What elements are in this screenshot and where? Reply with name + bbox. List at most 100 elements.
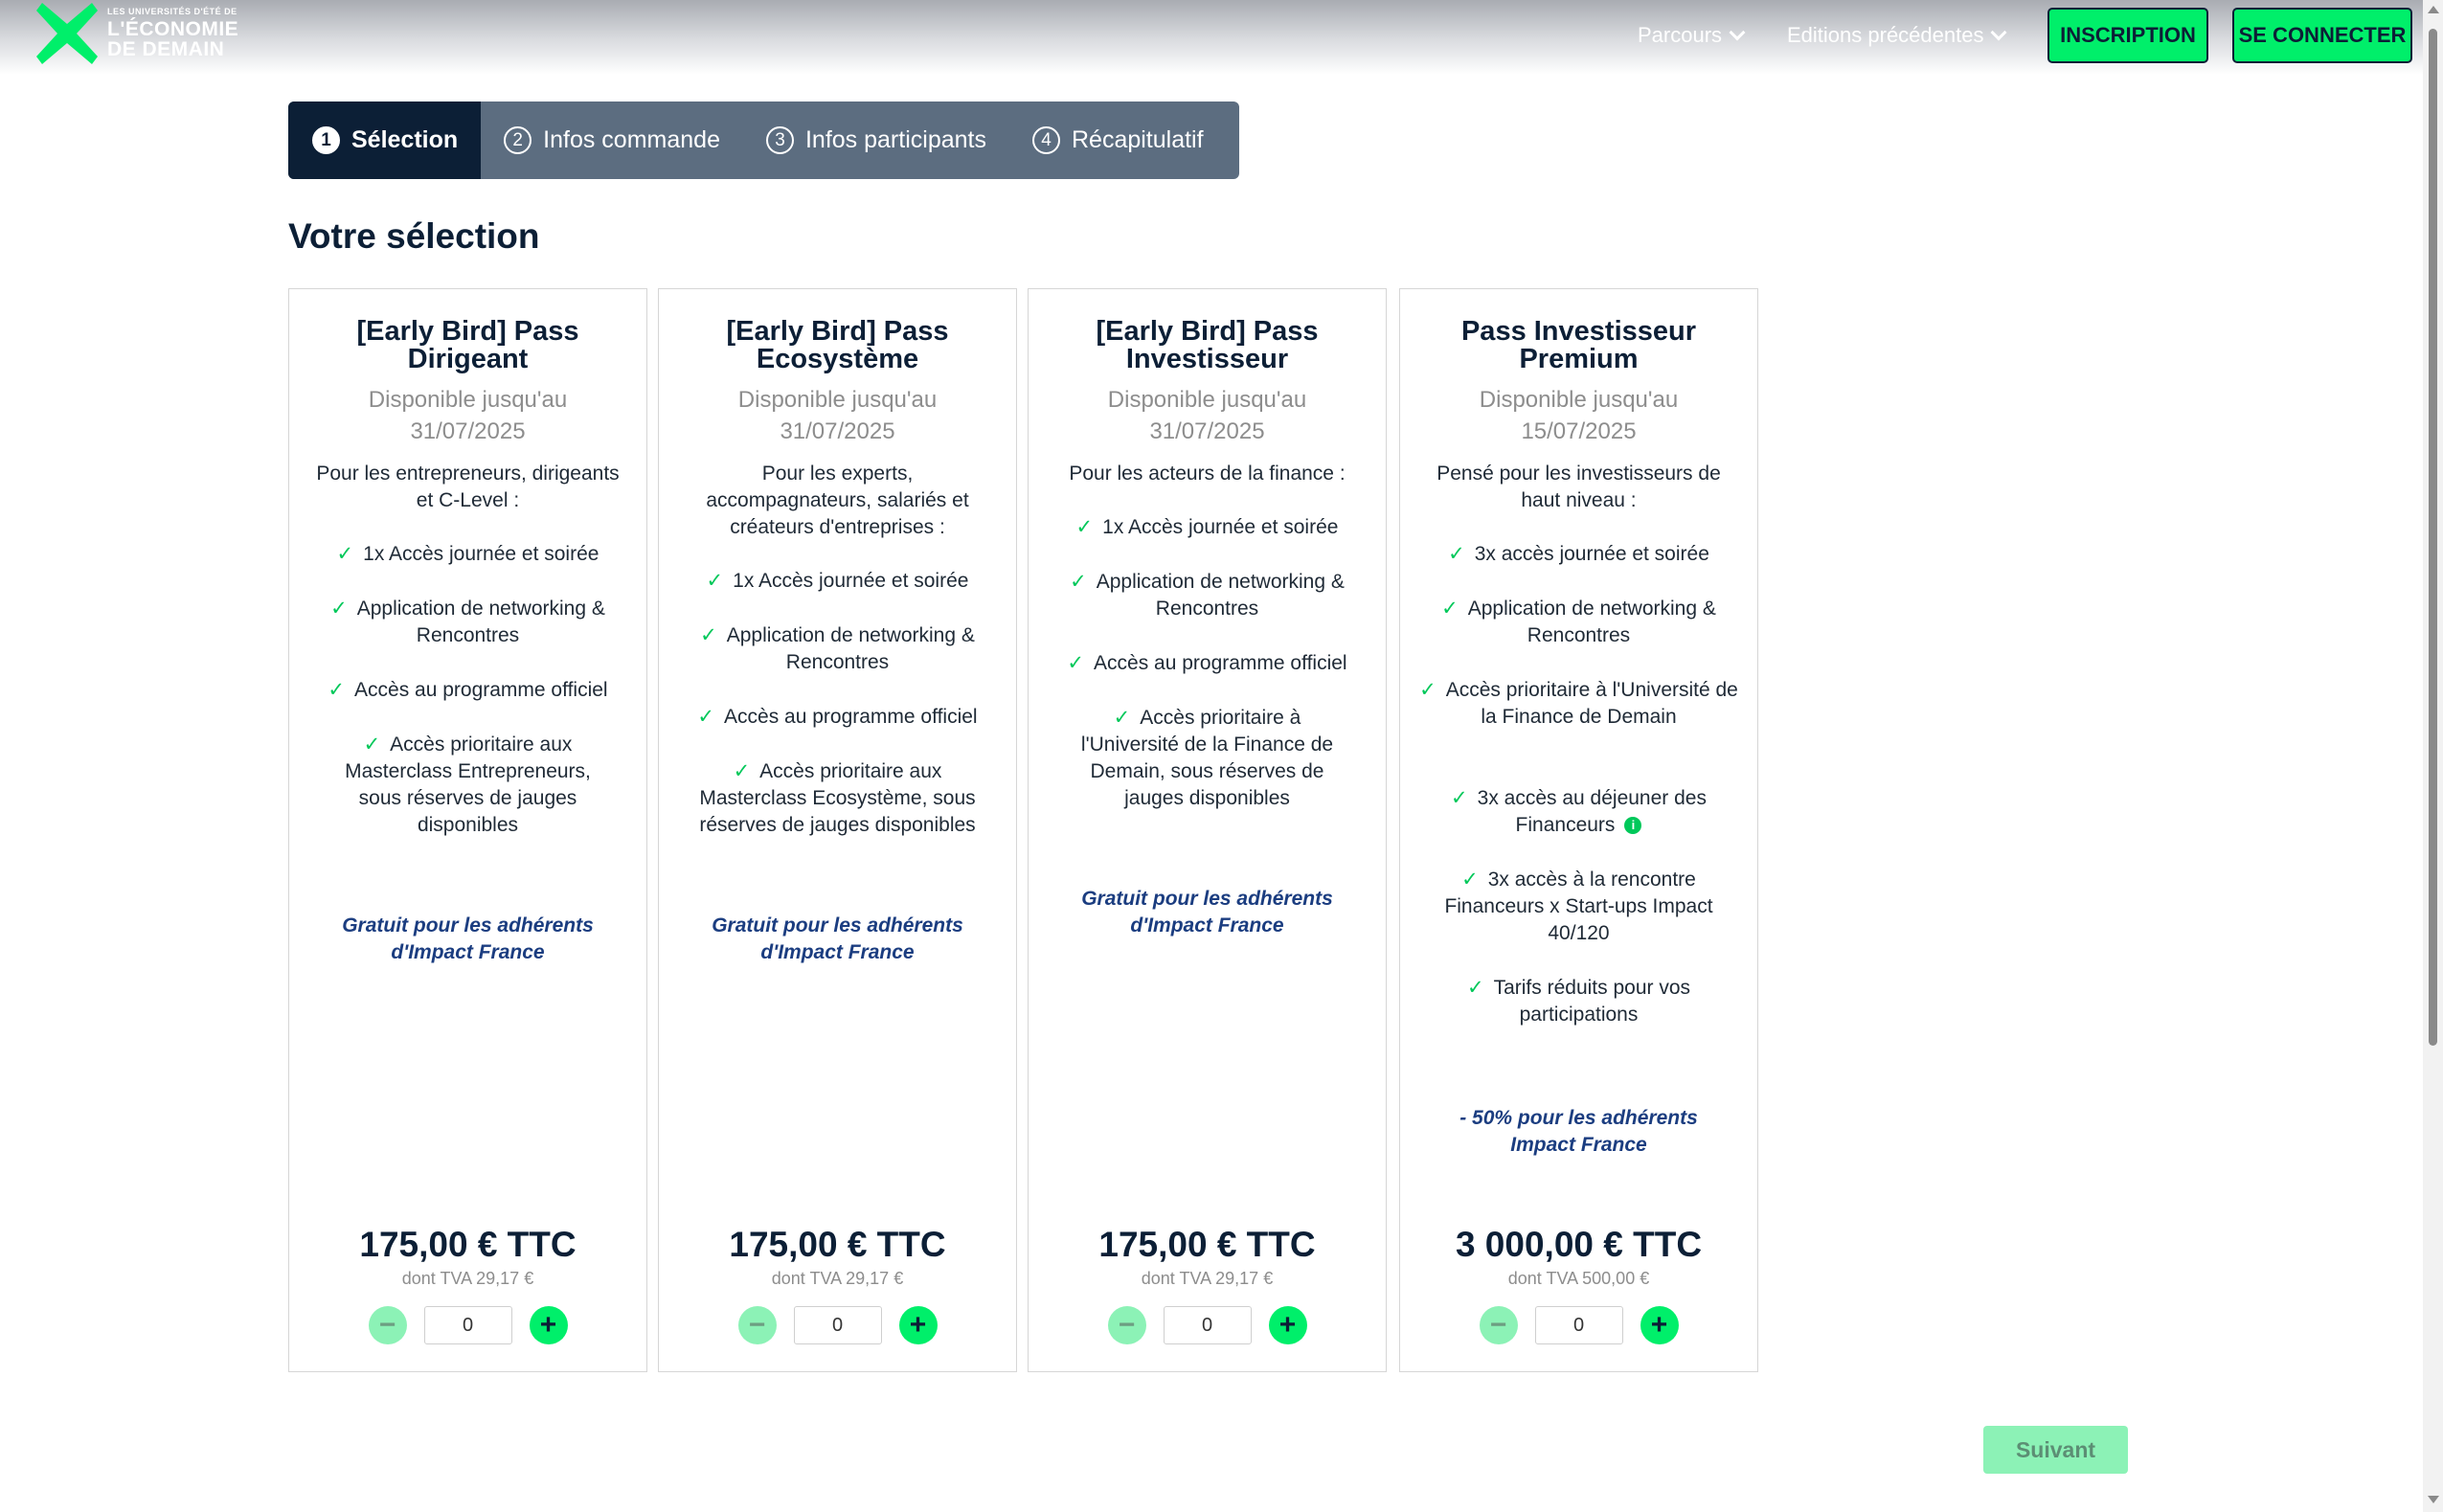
increase-quantity-button[interactable]: + bbox=[1640, 1306, 1679, 1344]
step-recapitulatif[interactable]: 4 Récapitulatif bbox=[1009, 102, 1227, 179]
quantity-input[interactable] bbox=[1163, 1306, 1252, 1344]
decrease-quantity-button[interactable]: − bbox=[1479, 1306, 1518, 1344]
feature-item: ✓ Application de networking & Rencontres bbox=[308, 596, 627, 649]
quantity-stepper: − + bbox=[1029, 1306, 1386, 1344]
card-title: [Early Bird] Pass Dirigeant bbox=[356, 316, 579, 374]
check-icon: ✓ bbox=[330, 598, 348, 620]
availability-label: Disponible jusqu'au bbox=[368, 387, 568, 413]
feature-text: Accès au programme officiel bbox=[1094, 652, 1347, 674]
step-infos-participants[interactable]: 3 Infos participants bbox=[743, 102, 1009, 179]
login-button[interactable]: SE CONNECTER bbox=[2232, 8, 2412, 63]
logo-line-2: DE DEMAIN bbox=[107, 38, 225, 60]
nav-editions[interactable]: Editions précédentes bbox=[1787, 0, 2007, 71]
member-promo: Gratuit pour les adhérents d'Impact Fran… bbox=[342, 914, 594, 963]
card-tva: dont TVA 29,17 € bbox=[401, 1269, 534, 1288]
info-icon[interactable]: i bbox=[1624, 817, 1642, 835]
page-scrollbar[interactable] bbox=[2423, 0, 2443, 1512]
feature-item: ✓ 1x Accès journée et soirée bbox=[1048, 514, 1367, 541]
check-icon: ✓ bbox=[1448, 543, 1465, 565]
quantity-input[interactable] bbox=[793, 1306, 882, 1344]
check-icon: ✓ bbox=[697, 706, 715, 728]
feature-item: ✓ Accès prioritaire à l'Université de la … bbox=[1419, 677, 1738, 731]
nav-parcours-label: Parcours bbox=[1638, 23, 1723, 47]
next-button[interactable]: Suivant bbox=[1983, 1426, 2128, 1474]
step-label: Infos commande bbox=[543, 126, 720, 153]
feature-text: Accès au programme officiel bbox=[724, 706, 978, 728]
availability-label: Disponible jusqu'au bbox=[1479, 387, 1679, 413]
feature-item: ✓ 1x Accès journée et soirée bbox=[308, 541, 627, 568]
nav-editions-label: Editions précédentes bbox=[1787, 23, 1984, 47]
check-icon: ✓ bbox=[706, 570, 724, 592]
card-price: 175,00 € TTC bbox=[1098, 1225, 1316, 1264]
card-title: [Early Bird] Pass Ecosystème bbox=[726, 316, 949, 374]
increase-quantity-button[interactable]: + bbox=[1268, 1306, 1307, 1344]
feature-text: 1x Accès journée et soirée bbox=[1102, 516, 1339, 538]
card-tva: dont TVA 29,17 € bbox=[771, 1269, 904, 1288]
decrease-quantity-button[interactable]: − bbox=[1107, 1306, 1146, 1344]
decrease-quantity-button[interactable]: − bbox=[737, 1306, 777, 1344]
quantity-stepper: − + bbox=[1400, 1306, 1757, 1344]
page-title: Votre sélection bbox=[288, 216, 540, 256]
card-price: 175,00 € TTC bbox=[729, 1225, 946, 1264]
step-label: Sélection bbox=[351, 126, 459, 153]
card-availability: Disponible jusqu'au 15/07/2025 bbox=[1419, 384, 1738, 447]
feature-text: Application de networking & Rencontres bbox=[356, 598, 605, 646]
feature-text: Accès prioritaire à l'Université de la F… bbox=[1445, 679, 1738, 728]
site-logo[interactable]: LES UNIVERSITÉS D'ÉTÉ DE L'ÉCONOMIE DE D… bbox=[36, 2, 247, 65]
check-icon: ✓ bbox=[1075, 516, 1094, 538]
feature-text: Application de networking & Rencontres bbox=[726, 624, 975, 673]
site-header: LES UNIVERSITÉS D'ÉTÉ DE L'ÉCONOMIE DE D… bbox=[0, 0, 2423, 75]
chevron-down-icon bbox=[1990, 24, 2007, 41]
inscription-button[interactable]: INSCRIPTION bbox=[2047, 8, 2208, 63]
step-selection[interactable]: 1 Sélection bbox=[288, 102, 482, 179]
feature-item: ✓ 3x accès au déjeuner des Financeurs i bbox=[1442, 785, 1715, 839]
feature-text: Application de networking & Rencontres bbox=[1467, 598, 1716, 646]
feature-text: 3x accès journée et soirée bbox=[1474, 543, 1709, 565]
card-title: Pass Investisseur Premium bbox=[1460, 316, 1697, 374]
feature-item: ✓ Application de networking & Rencontres bbox=[1419, 596, 1738, 649]
quantity-stepper: − + bbox=[659, 1306, 1016, 1344]
member-promo: - 50% pour les adhérents Impact France bbox=[1459, 1107, 1698, 1156]
pass-card-dirigeant: [Early Bird] Pass Dirigeant Disponible j… bbox=[288, 288, 647, 1372]
card-intro: Pour les experts, accompagnateurs, salar… bbox=[706, 463, 969, 538]
check-icon: ✓ bbox=[733, 760, 751, 782]
feature-text: 1x Accès journée et soirée bbox=[733, 570, 969, 592]
increase-quantity-button[interactable]: + bbox=[529, 1306, 568, 1344]
feature-text: Accès au programme officiel bbox=[354, 679, 608, 701]
feature-text: 3x accès au déjeuner des Financeurs bbox=[1477, 787, 1707, 836]
feature-item: ✓ Application de networking & Rencontres bbox=[678, 622, 997, 676]
scroll-down-icon[interactable] bbox=[2428, 1496, 2439, 1503]
check-icon: ✓ bbox=[1113, 707, 1131, 729]
quantity-input[interactable] bbox=[423, 1306, 512, 1344]
card-availability: Disponible jusqu'au 31/07/2025 bbox=[678, 384, 997, 447]
scroll-up-icon[interactable] bbox=[2428, 6, 2439, 13]
feature-item: ✓ 1x Accès journée et soirée bbox=[678, 568, 997, 595]
card-availability: Disponible jusqu'au 31/07/2025 bbox=[308, 384, 627, 447]
check-icon: ✓ bbox=[1441, 598, 1459, 620]
quantity-input[interactable] bbox=[1534, 1306, 1623, 1344]
pass-card-ecosysteme: [Early Bird] Pass Ecosystème Disponible … bbox=[658, 288, 1017, 1372]
checkout-stepper: 1 Sélection 2 Infos commande 3 Infos par… bbox=[288, 102, 1239, 179]
check-icon: ✓ bbox=[363, 733, 381, 756]
scroll-thumb[interactable] bbox=[2429, 29, 2437, 1046]
step-label: Infos participants bbox=[804, 126, 986, 153]
check-icon: ✓ bbox=[1067, 652, 1085, 674]
step-infos-commande[interactable]: 2 Infos commande bbox=[481, 102, 743, 179]
check-icon: ✓ bbox=[328, 679, 346, 701]
feature-text: Tarifs réduits pour vos participations bbox=[1493, 977, 1691, 1026]
step-number: 3 bbox=[765, 126, 794, 154]
check-icon: ✓ bbox=[1451, 787, 1468, 809]
availability-date: 31/07/2025 bbox=[1149, 418, 1265, 444]
card-title: [Early Bird] Pass Investisseur bbox=[1096, 316, 1319, 374]
increase-quantity-button[interactable]: + bbox=[898, 1306, 938, 1344]
availability-label: Disponible jusqu'au bbox=[737, 387, 938, 413]
feature-text: Accès prioritaire aux Masterclass Entrep… bbox=[345, 733, 591, 836]
availability-label: Disponible jusqu'au bbox=[1107, 387, 1307, 413]
step-number: 2 bbox=[504, 126, 532, 154]
nav-parcours[interactable]: Parcours bbox=[1638, 0, 1746, 71]
check-icon: ✓ bbox=[1070, 571, 1087, 593]
feature-item: ✓ Accès au programme officiel bbox=[1048, 650, 1367, 677]
logo-tagline: LES UNIVERSITÉS D'ÉTÉ DE bbox=[107, 7, 238, 16]
decrease-quantity-button[interactable]: − bbox=[368, 1306, 407, 1344]
availability-date: 15/07/2025 bbox=[1521, 418, 1637, 444]
